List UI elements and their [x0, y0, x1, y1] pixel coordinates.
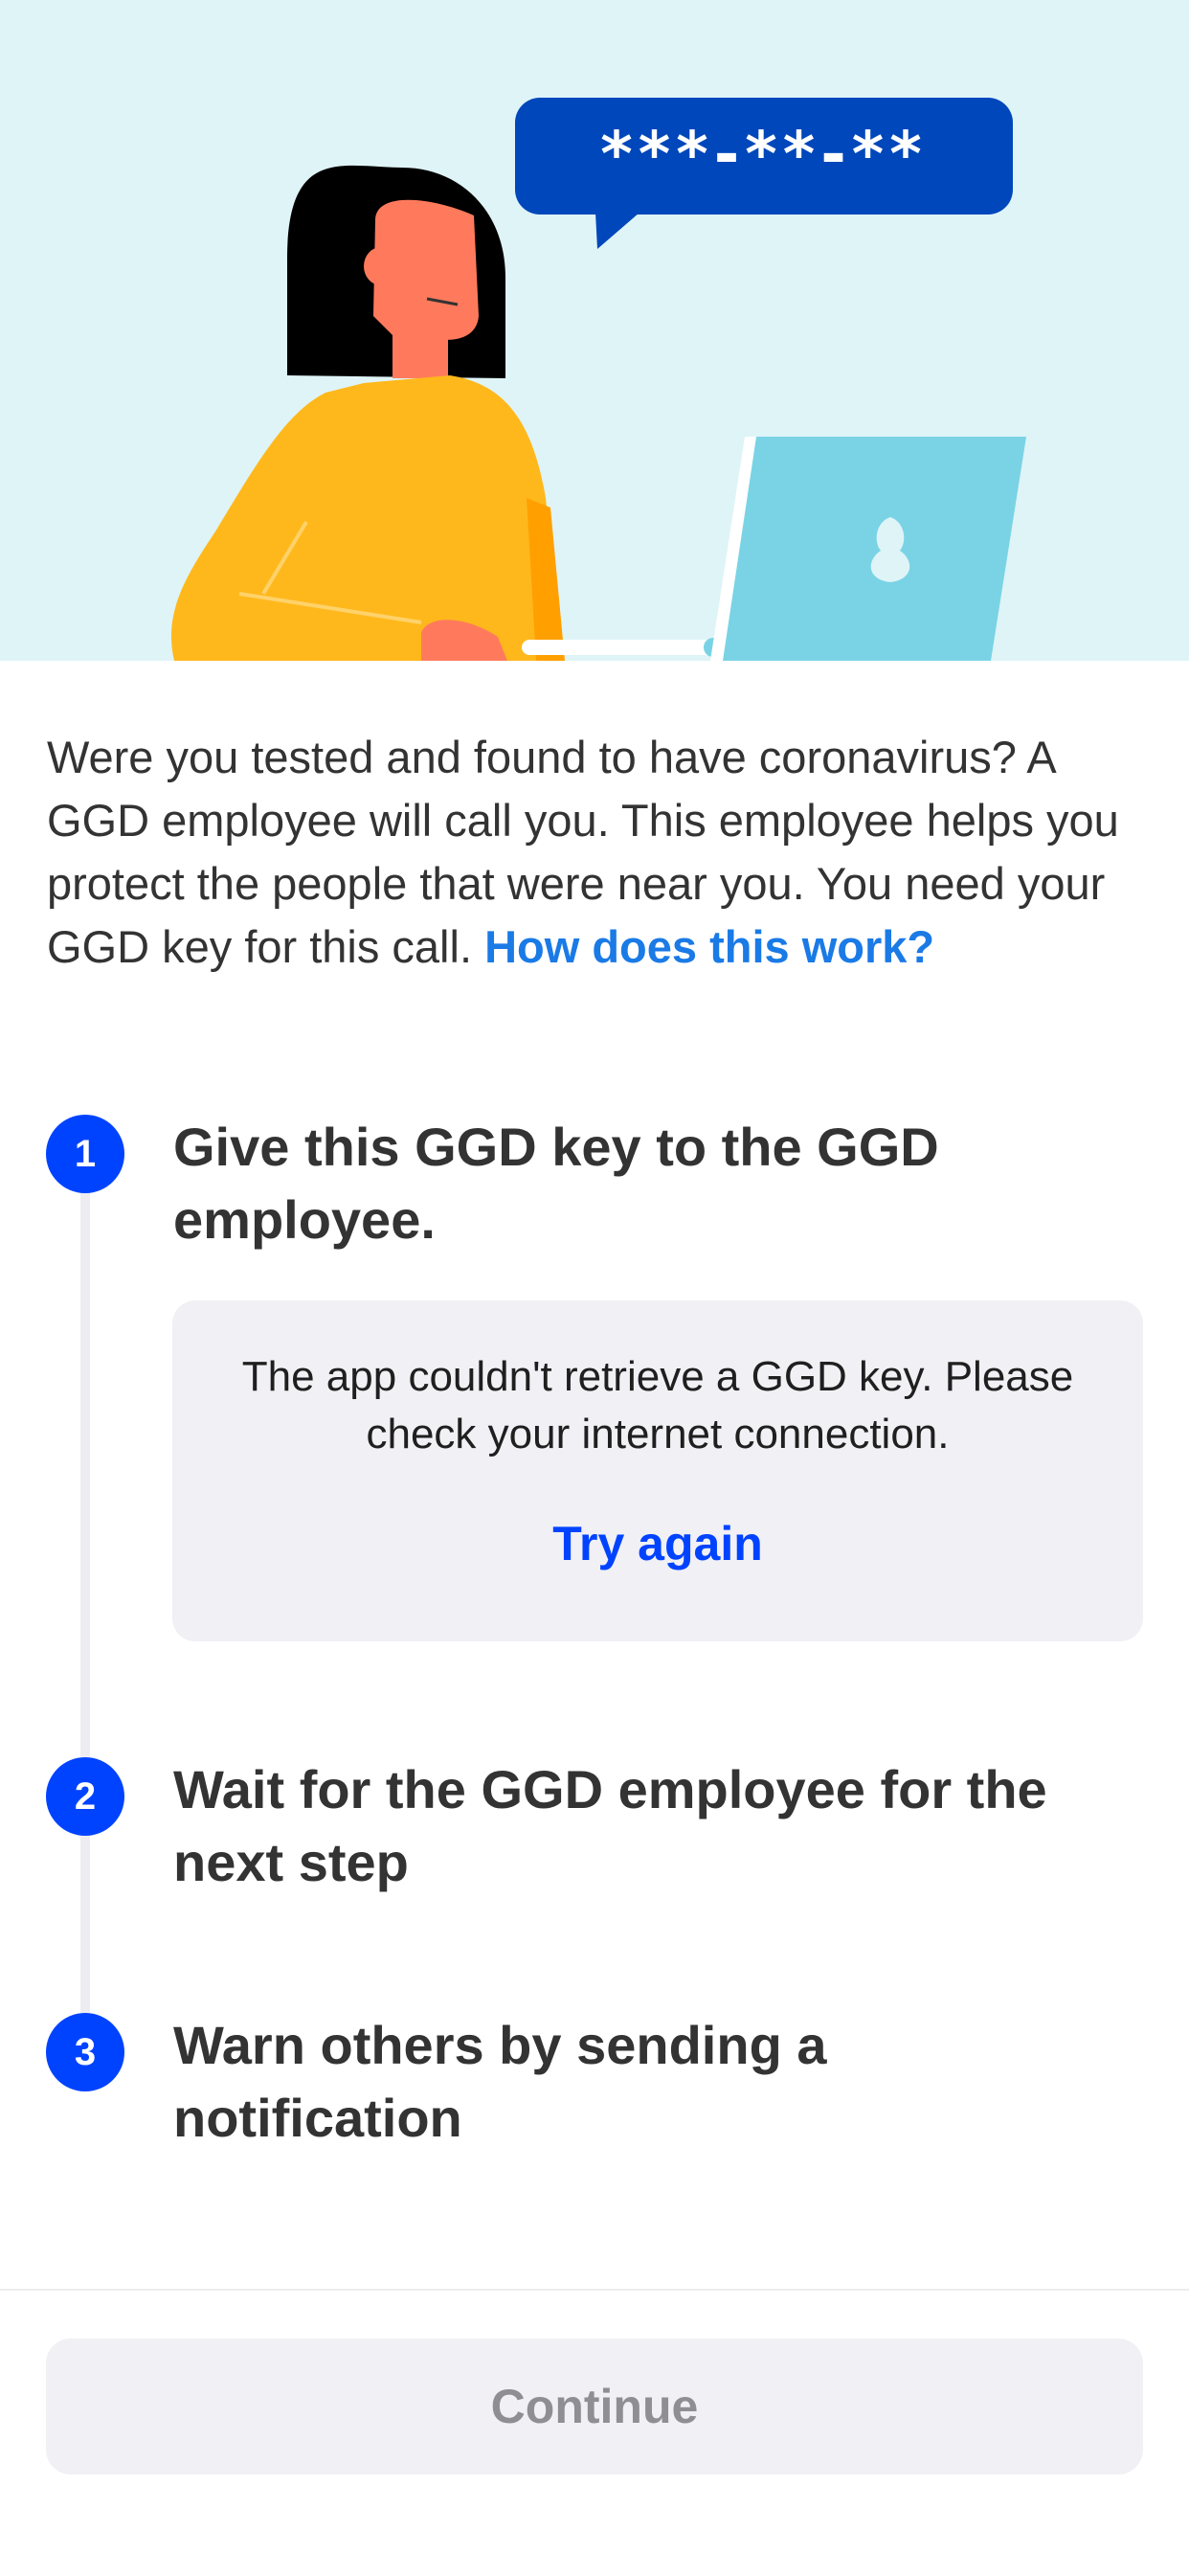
step-3-badge: 3 [46, 2013, 124, 2091]
timeline-line [80, 1154, 90, 2054]
continue-button[interactable]: Continue [46, 2339, 1143, 2474]
step-2-title: Wait for the GGD employee for the next s… [173, 1759, 1047, 1892]
laptop-screen [720, 437, 1026, 661]
error-message: The app couldn't retrieve a GGD key. Ple… [241, 1353, 1074, 1457]
hero-illustration: ***-**-** [0, 0, 1189, 661]
ggd-key-placeholder: ***-**-** [600, 120, 928, 191]
footer-bar: Continue [0, 2289, 1189, 2576]
ggd-key-error-card: The app couldn't retrieve a GGD key. Ple… [172, 1300, 1143, 1641]
intro-paragraph: Were you tested and found to have corona… [47, 726, 1148, 979]
step-1-title: Give this GGD key to the GGD employee. [173, 1117, 939, 1250]
step-3-title: Warn others by sending a notification [173, 2015, 827, 2148]
step-2-badge: 2 [46, 1757, 124, 1836]
how-does-this-work-link[interactable]: How does this work? [484, 921, 934, 972]
try-again-button[interactable]: Try again [172, 1516, 1143, 1571]
step-1-badge: 1 [46, 1115, 124, 1193]
